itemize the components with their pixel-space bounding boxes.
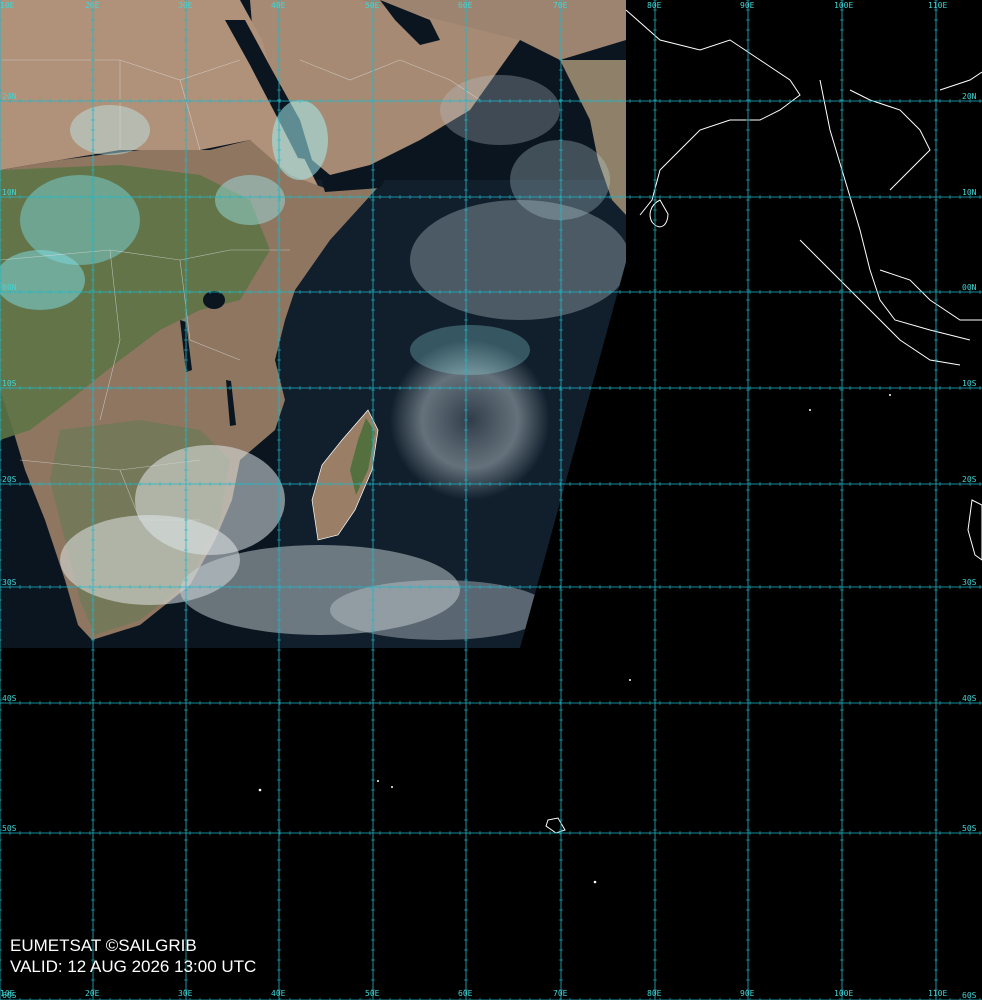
source-credit: EUMETSAT ©SAILGRIB — [10, 936, 197, 955]
longitude-label: 80E — [647, 989, 662, 998]
longitude-label: 60E — [458, 1, 473, 10]
longitude-label: 100E — [834, 989, 853, 998]
lake-victoria — [203, 291, 225, 309]
longitude-label: 110E — [928, 989, 947, 998]
latitude-label: 20N — [2, 92, 17, 101]
latitude-label: 60S — [962, 991, 977, 1000]
latitude-label: 10S — [2, 379, 17, 388]
latitude-label: 40S — [962, 694, 977, 703]
satellite-imagery — [0, 0, 626, 648]
longitude-label: 110E — [928, 1, 947, 10]
latitude-label: 20N — [962, 92, 977, 101]
latitude-label: 30S — [962, 578, 977, 587]
satellite-map: 10E 10E 20E 20E 30E 30E 40E 40E 50E 50E 60E 60E 70E 7… — [0, 0, 982, 1000]
latitude-label: 50S — [2, 824, 17, 833]
longitude-label: 50E — [365, 989, 380, 998]
latitude-label: 00N — [2, 283, 17, 292]
latitude-label: 40S — [2, 694, 17, 703]
longitude-label: 20E — [85, 1, 100, 10]
latitude-label: 60S — [2, 991, 17, 1000]
valid-time: VALID: 12 AUG 2026 13:00 UTC — [10, 957, 257, 976]
longitude-label: 90E — [740, 1, 755, 10]
longitude-label: 100E — [834, 1, 853, 10]
latitude-label: 50S — [962, 824, 977, 833]
latitude-label: 10S — [962, 379, 977, 388]
longitude-label: 70E — [553, 989, 568, 998]
longitude-label: 40E — [271, 1, 286, 10]
latitude-label: 20S — [962, 475, 977, 484]
latitude-label: 30S — [2, 578, 17, 587]
longitude-label: 50E — [365, 1, 380, 10]
longitude-label: 80E — [647, 1, 662, 10]
longitude-label: 60E — [458, 989, 473, 998]
longitude-label: 90E — [740, 989, 755, 998]
latitude-label: 10N — [962, 188, 977, 197]
longitude-label: 30E — [178, 1, 193, 10]
longitude-label: 10E — [0, 1, 15, 10]
latitude-label: 00N — [962, 283, 977, 292]
longitude-label: 70E — [553, 1, 568, 10]
latitude-label: 10N — [2, 188, 17, 197]
longitude-label: 40E — [271, 989, 286, 998]
latitude-label: 20S — [2, 475, 17, 484]
longitude-label: 20E — [85, 989, 100, 998]
longitude-label: 30E — [178, 989, 193, 998]
satellite-image: 10E10E20E20E30E30E40E40E50E50E60E60E70E7… — [0, 0, 982, 1000]
